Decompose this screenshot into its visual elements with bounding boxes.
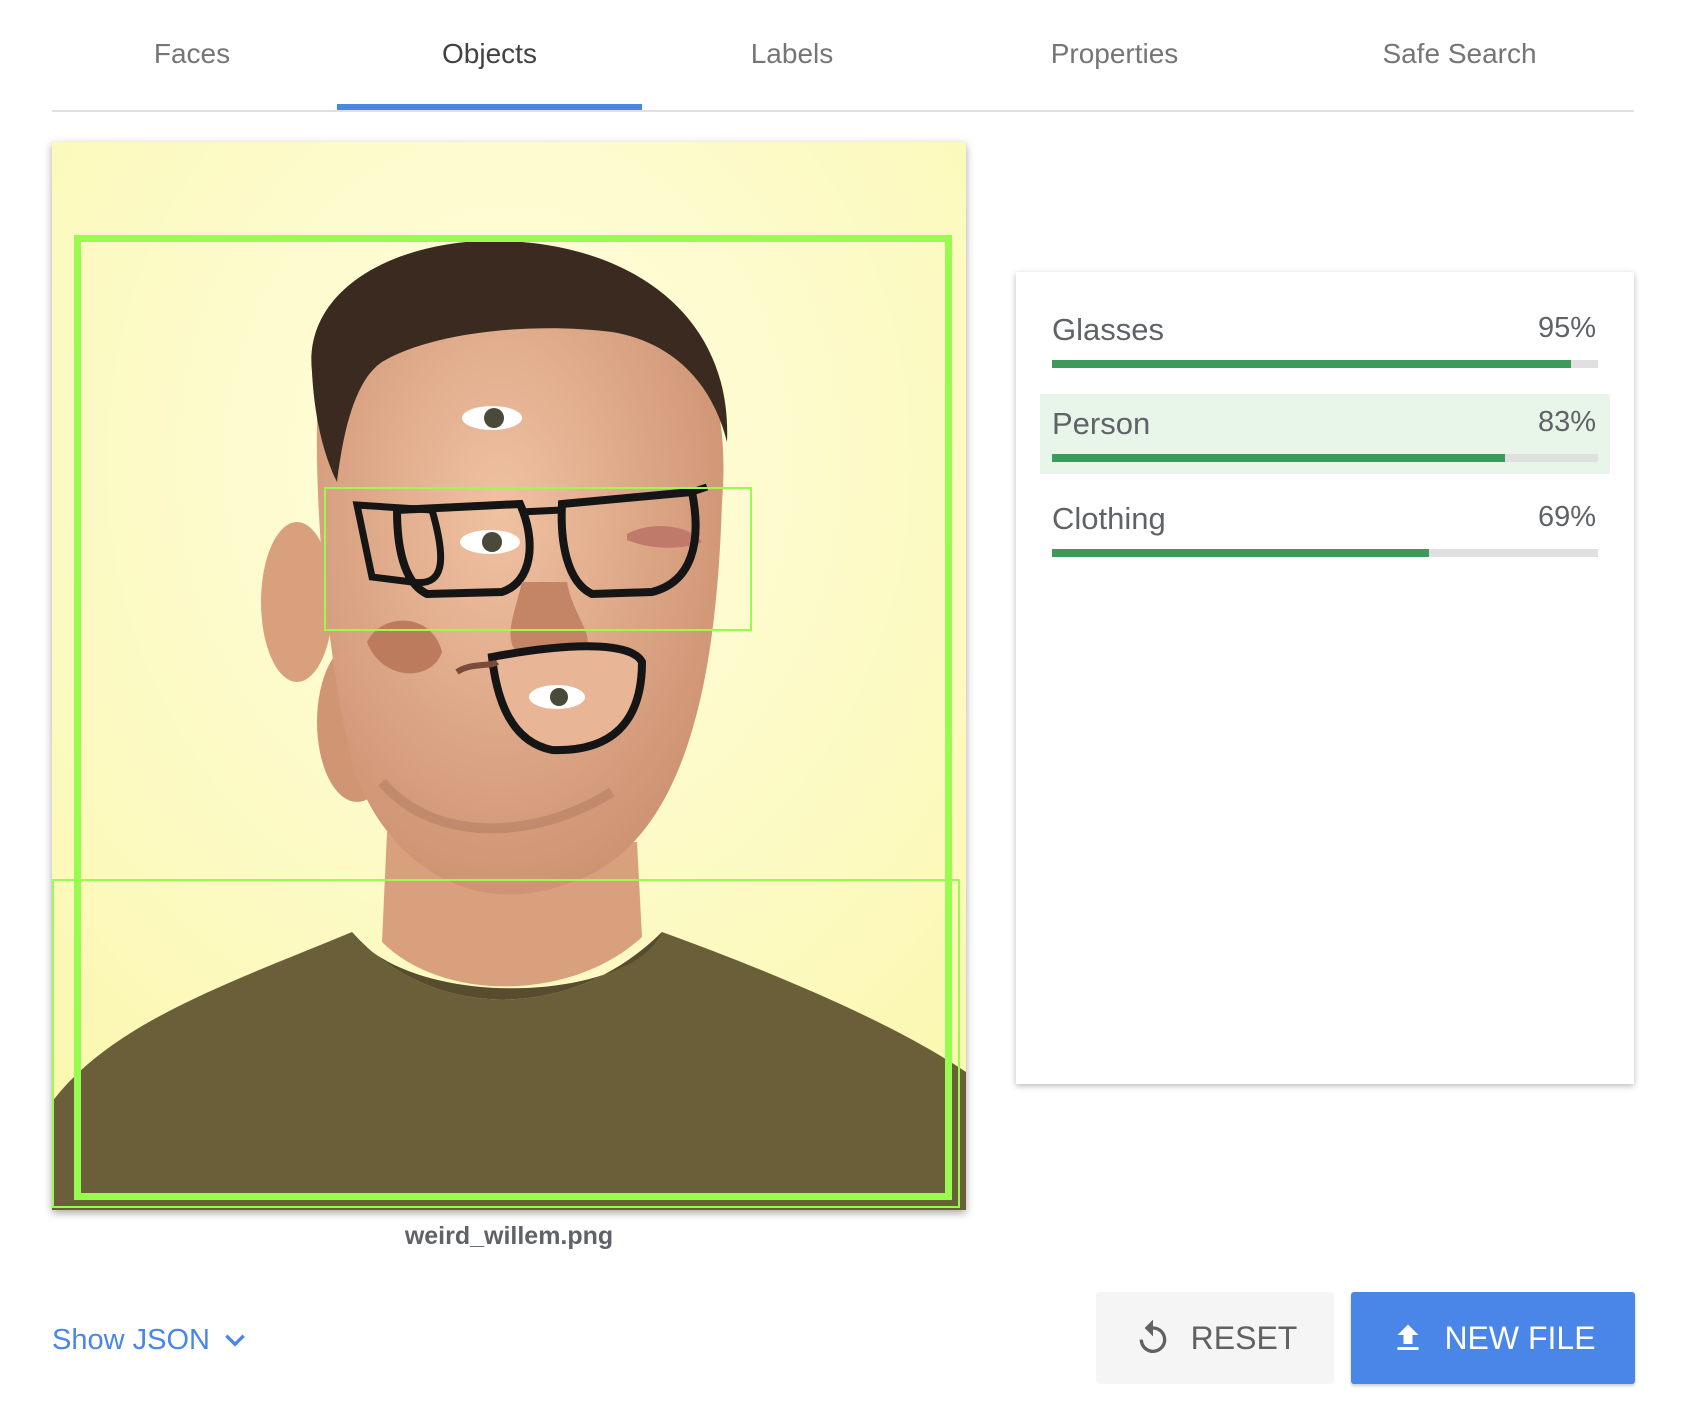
tab-objects[interactable]: Objects [337, 0, 642, 110]
upload-icon [1390, 1319, 1426, 1357]
chevron-down-icon [225, 1334, 245, 1347]
confidence-bar-fill [1052, 454, 1506, 462]
confidence-bar-fill [1052, 360, 1571, 368]
tab-label: Objects [442, 38, 537, 69]
show-json-toggle[interactable]: Show JSON [52, 1318, 248, 1362]
new-file-button[interactable]: NEW FILE [1351, 1292, 1635, 1384]
file-name: weird_willem.png [404, 1222, 614, 1250]
result-label: Clothing [1052, 501, 1166, 536]
confidence-bar [1052, 360, 1598, 368]
bounding-box-glasses [324, 487, 752, 631]
result-row-person[interactable]: Person 83% [1040, 394, 1610, 474]
result-label: Person [1052, 406, 1151, 441]
confidence-bar-fill [1052, 549, 1429, 557]
reset-button[interactable]: RESET [1096, 1292, 1334, 1384]
reset-icon [1133, 1318, 1173, 1358]
tab-labels[interactable]: Labels [642, 0, 942, 108]
confidence-bar [1052, 549, 1598, 557]
results-panel: Glasses 95% Person 83% Clothing 69% [1016, 272, 1634, 1084]
active-tab-indicator [337, 104, 642, 110]
tab-faces[interactable]: Faces [52, 0, 332, 108]
result-score: 83% [1537, 406, 1596, 438]
reset-label: RESET [1190, 1319, 1298, 1356]
confidence-bar [1052, 454, 1598, 462]
tab-properties[interactable]: Properties [947, 0, 1282, 108]
result-score: 95% [1537, 312, 1596, 344]
tab-label: Properties [1050, 38, 1179, 69]
tab-label: Faces [153, 38, 231, 69]
result-row-glasses[interactable]: Glasses 95% [1040, 300, 1610, 380]
show-json-label: Show JSON [52, 1323, 210, 1356]
bounding-box-clothing [52, 879, 960, 1208]
result-score: 69% [1537, 501, 1596, 533]
new-file-label: NEW FILE [1444, 1319, 1596, 1356]
tab-bar: Faces Objects Labels Properties Safe Sea… [52, 0, 1634, 112]
tab-label: Labels [750, 38, 834, 69]
result-row-clothing[interactable]: Clothing 69% [1040, 489, 1610, 569]
image-preview [52, 142, 966, 1210]
tab-safe-search[interactable]: Safe Search [1287, 0, 1632, 108]
result-label: Glasses [1052, 312, 1164, 347]
tab-label: Safe Search [1382, 38, 1537, 69]
